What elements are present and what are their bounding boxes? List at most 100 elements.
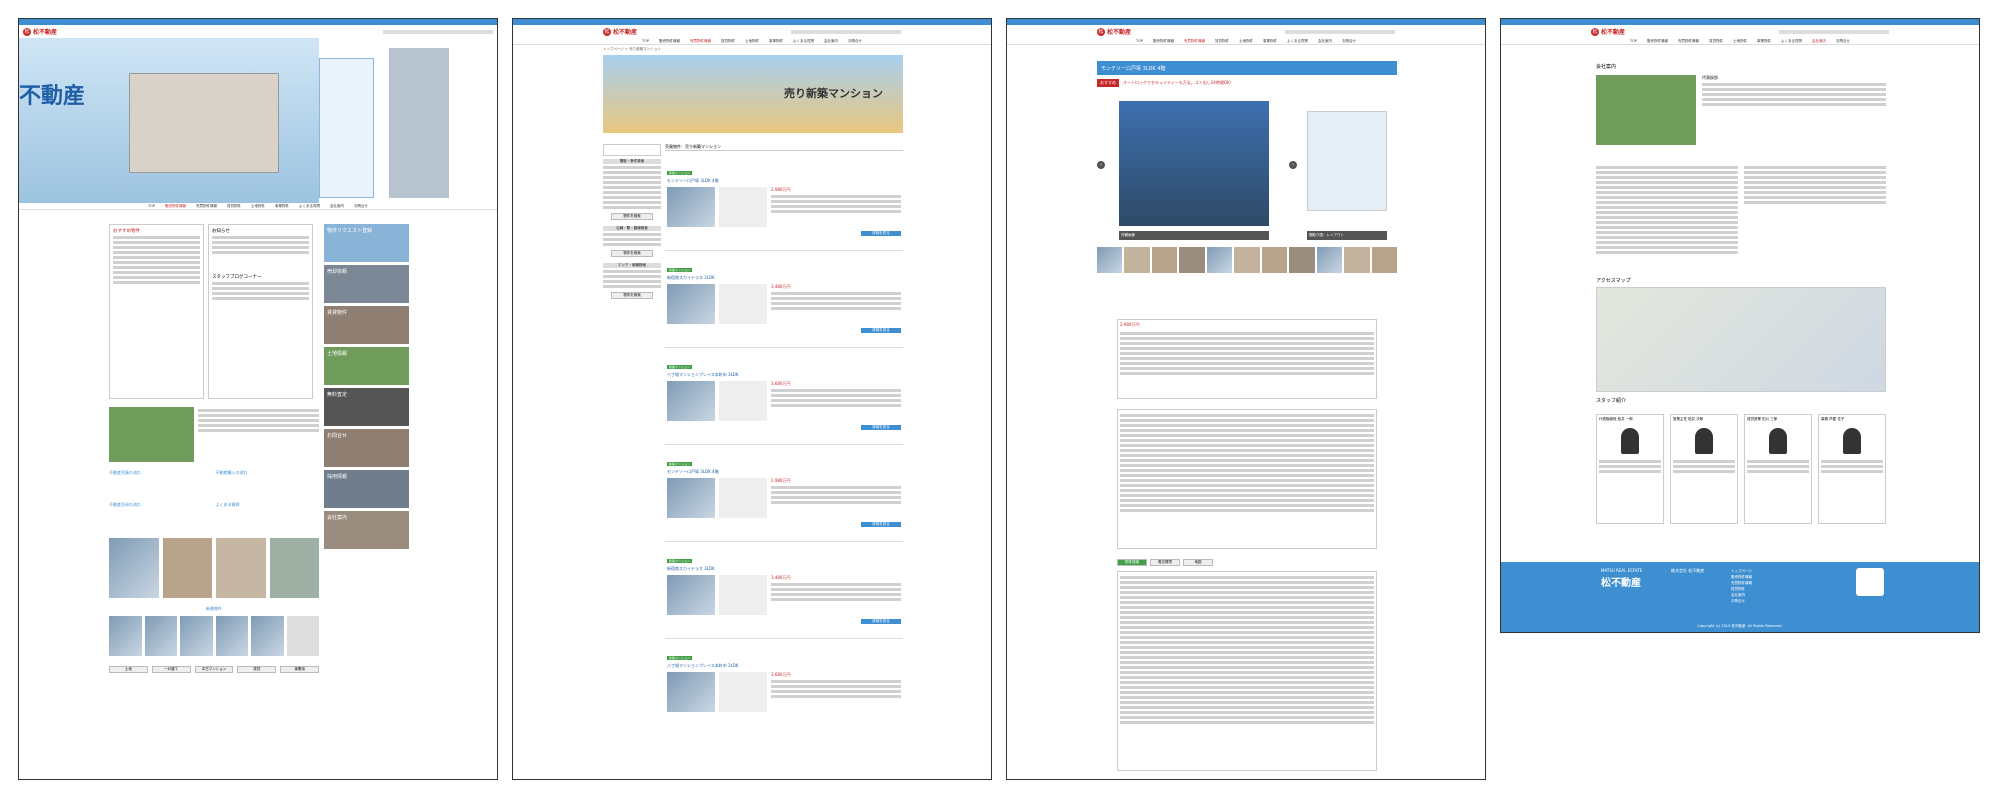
side-banner[interactable]: 賃貸物件: [324, 306, 409, 344]
listing-card[interactable]: 新築マンション 新宿南スカイテラス 3LDK 3,480万円 詳細を見る: [665, 254, 903, 348]
thumbnail[interactable]: [1344, 247, 1370, 273]
side-banner[interactable]: 物件リクエスト登録: [324, 224, 409, 262]
listing-title[interactable]: 新宿南スカイテラス 3LDK: [667, 275, 901, 281]
flow-link[interactable]: 不動産売却の流れ: [109, 502, 213, 531]
thumbnail[interactable]: [1234, 247, 1260, 273]
nav-item[interactable]: TOP: [148, 204, 155, 208]
nav-item[interactable]: 事業物件: [769, 39, 783, 44]
nav-item[interactable]: よくある質問: [1781, 39, 1802, 44]
nav-item[interactable]: TOP: [642, 39, 649, 43]
nav-item[interactable]: 売買物件情報: [690, 39, 711, 44]
nav-item[interactable]: 売買物件情報: [1678, 39, 1699, 44]
thumbnail[interactable]: [1316, 247, 1343, 273]
nav-item[interactable]: お問合せ: [354, 204, 368, 209]
thumbnail[interactable]: [1097, 247, 1123, 273]
tab-detail[interactable]: 物件詳細: [1117, 559, 1147, 566]
nav-item[interactable]: 会社案内: [1812, 39, 1826, 44]
nav-item[interactable]: 土地物件: [745, 39, 759, 44]
listing-card[interactable]: 新築マンション 八丁堀マンションプレイス本町市 3LDK 3,680万円 詳細を…: [665, 351, 903, 445]
nav-item[interactable]: 販売物件情報: [1153, 39, 1174, 44]
footer-link[interactable]: お問合せ: [1731, 598, 1752, 604]
new-listing-image[interactable]: [109, 616, 142, 656]
nav-item[interactable]: 事業物件: [275, 204, 289, 209]
new-listing-image[interactable]: [215, 616, 248, 656]
detail-button[interactable]: 詳細を見る: [861, 231, 901, 236]
nav-item[interactable]: TOP: [1136, 39, 1143, 43]
side-banner[interactable]: 会社案内: [324, 511, 409, 549]
side-banner[interactable]: お問合せ: [324, 429, 409, 467]
listing-title[interactable]: モンテソーロ戸塚 3LDK 4階: [667, 178, 901, 184]
site-logo[interactable]: 松松不動産: [23, 27, 57, 36]
nav-item[interactable]: 土地物件: [1239, 39, 1253, 44]
side-banner[interactable]: 土地情報: [324, 347, 409, 385]
listing-card[interactable]: 新築マンション 八丁堀マンションプレイス本町市 3LDK 3,680万円: [665, 642, 903, 736]
side-banner[interactable]: 売却依頼: [324, 265, 409, 303]
search-button[interactable]: 物件を検索: [611, 292, 653, 299]
nav-item[interactable]: よくある質問: [299, 204, 320, 209]
nav-item[interactable]: 販売物件情報: [1647, 39, 1668, 44]
featured-image[interactable]: [162, 538, 212, 598]
listing-photo[interactable]: [667, 672, 715, 712]
listing-title[interactable]: モンテソーロ戸塚 3LDK 4階: [667, 469, 901, 475]
detail-button[interactable]: 詳細を見る: [861, 522, 901, 527]
thumbnail[interactable]: [1124, 247, 1150, 273]
nav-item[interactable]: 売買物件情報: [1184, 39, 1205, 44]
listing-photo[interactable]: [667, 478, 715, 518]
nav-item[interactable]: 売買物件情報: [196, 204, 217, 209]
listing-card[interactable]: 新築マンション モンテソーロ戸塚 3LDK 4階 2,980万円 詳細を見る: [665, 157, 903, 251]
listing-photo[interactable]: [667, 575, 715, 615]
listing-title[interactable]: 八丁堀マンションプレイス本町市 3LDK: [667, 663, 901, 669]
thumbnail[interactable]: [1261, 247, 1288, 273]
side-banner[interactable]: 採用情報: [324, 470, 409, 508]
nav-item[interactable]: お問合せ: [848, 39, 862, 44]
new-listing-image[interactable]: [251, 616, 284, 656]
search-button[interactable]: 物件を検索: [611, 213, 653, 220]
prev-arrow-icon[interactable]: ‹: [1097, 161, 1105, 169]
side-banner[interactable]: 無料査定: [324, 388, 409, 426]
site-logo[interactable]: 松松不動産: [1591, 27, 1625, 36]
access-map[interactable]: [1596, 287, 1886, 392]
flow-link[interactable]: 不動産売買の流れ: [109, 470, 213, 499]
nav-item[interactable]: 販売物件情報: [165, 204, 186, 209]
featured-image[interactable]: [109, 538, 159, 598]
flow-link[interactable]: よくある質問: [216, 502, 320, 531]
nav-item[interactable]: 賃貸物件: [1215, 39, 1229, 44]
nav-item[interactable]: 会社案内: [330, 204, 344, 209]
nav-item[interactable]: 会社案内: [824, 39, 838, 44]
thumbnail[interactable]: [1371, 247, 1397, 273]
search-button[interactable]: 中古マンション: [194, 666, 234, 673]
nav-item[interactable]: 会社案内: [1318, 39, 1332, 44]
thumbnail[interactable]: [1206, 247, 1233, 273]
search-button[interactable]: 賃貸: [237, 666, 277, 673]
next-arrow-icon[interactable]: ›: [1289, 161, 1297, 169]
search-button[interactable]: 一戸建て: [151, 666, 191, 673]
header-links[interactable]: [1779, 29, 1889, 34]
search-button[interactable]: 土地: [109, 666, 148, 673]
detail-button[interactable]: 詳細を見る: [861, 328, 901, 333]
nav-item[interactable]: 賃貸物件: [721, 39, 735, 44]
listing-photo[interactable]: [667, 381, 715, 421]
nav-item[interactable]: 事業物件: [1263, 39, 1277, 44]
featured-image[interactable]: [269, 538, 319, 598]
quick-search[interactable]: [319, 58, 374, 198]
new-listing-image[interactable]: [180, 616, 213, 656]
thumbnail[interactable]: [1151, 247, 1178, 273]
listing-photo[interactable]: [667, 187, 715, 227]
featured-image[interactable]: [216, 538, 266, 598]
listing-title[interactable]: 八丁堀マンションプレイス本町市 3LDK: [667, 372, 901, 378]
detail-button[interactable]: 詳細を見る: [861, 425, 901, 430]
search-button[interactable]: 事業用: [280, 666, 319, 673]
header-links[interactable]: [383, 29, 493, 34]
thumbnail[interactable]: [1179, 247, 1205, 273]
header-links[interactable]: [791, 29, 901, 34]
nav-item[interactable]: 事業物件: [1757, 39, 1771, 44]
nav-item[interactable]: 土地物件: [251, 204, 265, 209]
nav-item[interactable]: 土地物件: [1733, 39, 1747, 44]
thumbnail[interactable]: [1289, 247, 1315, 273]
nav-item[interactable]: よくある質問: [1287, 39, 1308, 44]
search-button[interactable]: 物件を検索: [611, 250, 653, 257]
flow-link[interactable]: 不動産購入の流れ: [216, 470, 320, 499]
listing-card[interactable]: 新築マンション モンテソーロ戸塚 3LDK 4階 2,980万円 詳細を見る: [665, 448, 903, 542]
tab-surrounding[interactable]: 周辺環境: [1150, 559, 1180, 566]
site-logo[interactable]: 松松不動産: [603, 27, 637, 36]
